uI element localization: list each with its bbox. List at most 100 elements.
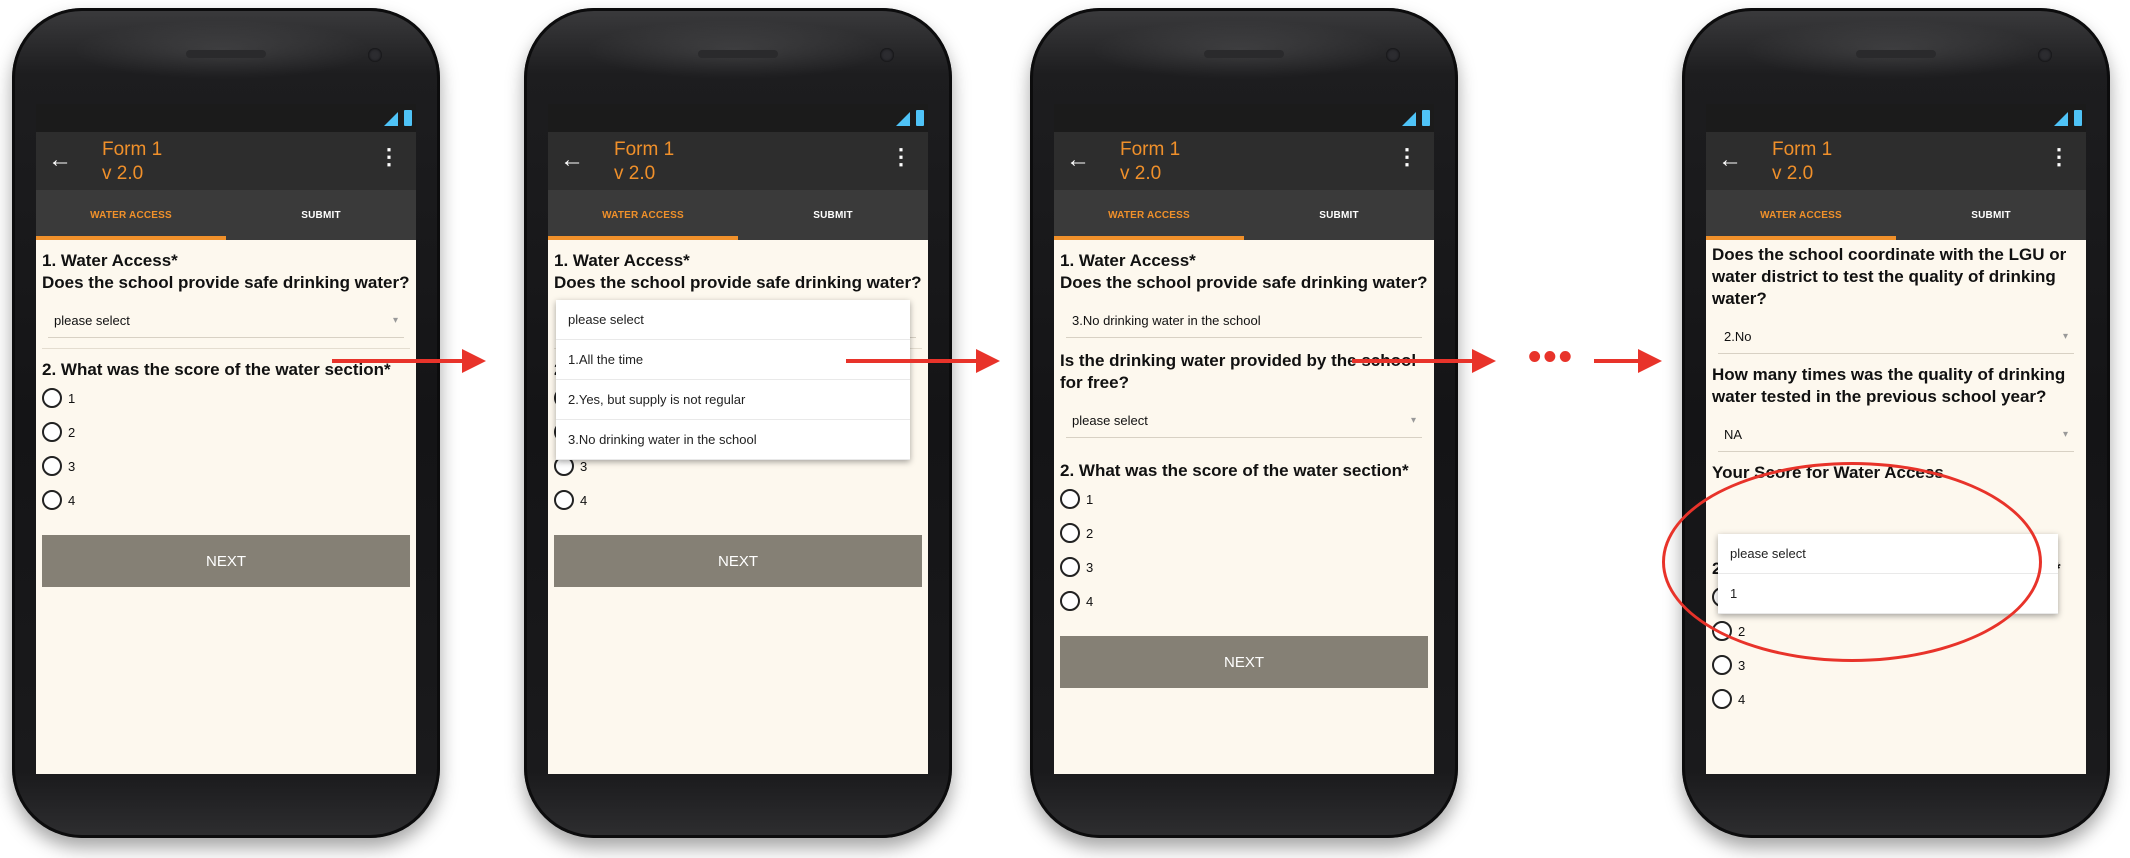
dropdown-caret-icon: ▾ xyxy=(1410,415,1416,426)
tab-water-access[interactable]: WATER ACCESS xyxy=(548,190,738,240)
flow-arrow xyxy=(332,359,462,363)
tab-submit[interactable]: SUBMIT xyxy=(226,190,416,240)
back-arrow-icon[interactable]: ← xyxy=(48,146,72,174)
select-value: please select xyxy=(54,313,130,328)
overflow-menu-icon[interactable]: ⋮ xyxy=(1396,144,1418,170)
signal-icon xyxy=(2054,112,2068,126)
q-lgu-question: Does the school coordinate with the LGU … xyxy=(1712,245,2067,308)
q-free-question: Is the drinking water provided by the sc… xyxy=(1060,351,1417,392)
flow-arrow xyxy=(1594,359,1638,363)
dropdown-caret-icon: ▾ xyxy=(392,315,398,326)
q1-select[interactable]: 3.No drinking water in the school xyxy=(1066,304,1422,338)
next-button[interactable]: NEXT xyxy=(42,535,410,587)
radio-label: 4 xyxy=(1086,593,1094,609)
overflow-menu-icon[interactable]: ⋮ xyxy=(890,144,912,170)
tab-submit[interactable]: SUBMIT xyxy=(1896,190,2086,240)
radio-circle-icon xyxy=(1712,689,1732,709)
tab-bar: WATER ACCESS SUBMIT xyxy=(548,190,928,240)
q1-select[interactable]: please select ▾ xyxy=(48,304,404,338)
radio-label: 2 xyxy=(68,424,76,440)
status-bar xyxy=(1054,104,1434,132)
q-free-select[interactable]: please select ▾ xyxy=(1066,404,1422,438)
form-version: v 2.0 xyxy=(1120,163,1162,184)
q-times-select[interactable]: NA ▾ xyxy=(1718,418,2074,452)
radio-circle-icon xyxy=(1060,489,1080,509)
phone-3: ← Form 1 v 2.0 ⋮ WATER ACCESS SUBMIT 1. W… xyxy=(1030,8,1458,838)
tab-water-access[interactable]: WATER ACCESS xyxy=(36,190,226,240)
radio-circle-icon xyxy=(1060,557,1080,577)
dropdown-item[interactable]: 2.Yes, but supply is not regular xyxy=(556,380,910,420)
select-value: 2.No xyxy=(1724,329,1752,344)
select-value: 3.No drinking water in the school xyxy=(1072,313,1261,328)
radio-option[interactable]: 4 xyxy=(42,483,410,517)
screen-2: ← Form 1 v 2.0 ⋮ WATER ACCESS SUBMIT 1. W… xyxy=(548,104,928,774)
q1-question: Does the school provide safe drinking wa… xyxy=(554,273,922,292)
form-version: v 2.0 xyxy=(102,163,144,184)
highlight-ellipse xyxy=(1662,462,2042,662)
radio-option[interactable]: 1 xyxy=(42,381,410,415)
flow-arrowhead-icon xyxy=(1472,349,1496,373)
radio-circle-icon xyxy=(42,490,62,510)
q1-question: Does the school provide safe drinking wa… xyxy=(1060,273,1428,292)
status-bar xyxy=(36,104,416,132)
divider xyxy=(42,348,410,349)
battery-icon xyxy=(2074,110,2082,126)
tab-water-access[interactable]: WATER ACCESS xyxy=(1054,190,1244,240)
tab-bar: WATER ACCESS SUBMIT xyxy=(36,190,416,240)
tab-bar: WATER ACCESS SUBMIT xyxy=(1054,190,1434,240)
dropdown-item[interactable]: please select xyxy=(556,300,910,340)
tab-water-access[interactable]: WATER ACCESS xyxy=(1706,190,1896,240)
back-arrow-icon[interactable]: ← xyxy=(1066,146,1090,174)
radio-label: 3 xyxy=(580,458,588,474)
app-title: Form 1 v 2.0 xyxy=(102,138,162,186)
tab-submit[interactable]: SUBMIT xyxy=(738,190,928,240)
app-bar: ← Form 1 v 2.0 ⋮ xyxy=(1706,132,2086,190)
form-content: 1. Water Access* Does the school provide… xyxy=(1054,240,1434,698)
app-title: Form 1 v 2.0 xyxy=(614,138,674,186)
stage: ← Form 1 v 2.0 ⋮ WATER ACCESS SUBMIT 1. W… xyxy=(0,0,2130,858)
radio-option[interactable]: 2 xyxy=(1060,516,1428,550)
radio-option[interactable]: 2 xyxy=(42,415,410,449)
dropdown-caret-icon: ▾ xyxy=(2062,429,2068,440)
radio-option[interactable]: 3 xyxy=(1060,550,1428,584)
tab-submit[interactable]: SUBMIT xyxy=(1244,190,1434,240)
dropdown-item[interactable]: 3.No drinking water in the school xyxy=(556,420,910,460)
tab-bar: WATER ACCESS SUBMIT xyxy=(1706,190,2086,240)
radio-label: 3 xyxy=(68,458,76,474)
overflow-menu-icon[interactable]: ⋮ xyxy=(2048,144,2070,170)
radio-circle-icon xyxy=(1060,591,1080,611)
radio-option[interactable]: 3 xyxy=(42,449,410,483)
radio-circle-icon xyxy=(1060,523,1080,543)
form-version: v 2.0 xyxy=(1772,163,1814,184)
speaker xyxy=(186,50,266,58)
radio-option[interactable]: 1 xyxy=(1060,482,1428,516)
radio-circle-icon xyxy=(42,422,62,442)
signal-icon xyxy=(384,112,398,126)
radio-option[interactable]: 4 xyxy=(554,483,922,517)
radio-option[interactable]: 4 xyxy=(1060,584,1428,618)
app-bar: ← Form 1 v 2.0 ⋮ xyxy=(1054,132,1434,190)
q2-question: 2. What was the score of the water secti… xyxy=(1060,461,1409,480)
back-arrow-icon[interactable]: ← xyxy=(560,146,584,174)
next-button[interactable]: NEXT xyxy=(1060,636,1428,688)
app-bar: ← Form 1 v 2.0 ⋮ xyxy=(36,132,416,190)
select-value: NA xyxy=(1724,427,1743,442)
q1-dropdown-menu: please select 1.All the time 2.Yes, but … xyxy=(556,300,910,460)
radio-label: 1 xyxy=(1086,491,1094,507)
signal-icon xyxy=(1402,112,1416,126)
radio-label: 3 xyxy=(1738,657,1746,673)
overflow-menu-icon[interactable]: ⋮ xyxy=(378,144,400,170)
camera-icon xyxy=(880,48,894,62)
next-button[interactable]: NEXT xyxy=(554,535,922,587)
screen-3: ← Form 1 v 2.0 ⋮ WATER ACCESS SUBMIT 1. W… xyxy=(1054,104,1434,774)
radio-option[interactable]: 4 xyxy=(1712,682,2080,716)
q-lgu-select[interactable]: 2.No ▾ xyxy=(1718,320,2074,354)
q1-title: 1. Water Access* xyxy=(554,251,690,270)
dropdown-caret-icon: ▾ xyxy=(2062,331,2068,342)
form-content: 1. Water Access* Does the school provide… xyxy=(36,240,416,597)
battery-icon xyxy=(1422,110,1430,126)
phone-1: ← Form 1 v 2.0 ⋮ WATER ACCESS SUBMIT 1. W… xyxy=(12,8,440,838)
phone-4: ← Form 1 v 2.0 ⋮ WATER ACCESS SUBMIT Does… xyxy=(1682,8,2110,838)
back-arrow-icon[interactable]: ← xyxy=(1718,146,1742,174)
app-title: Form 1 v 2.0 xyxy=(1120,138,1180,186)
